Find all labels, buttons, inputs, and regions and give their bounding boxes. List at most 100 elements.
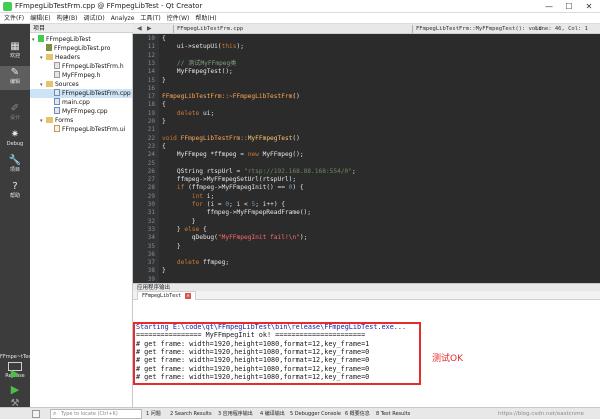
tree-item[interactable]: MyFFmpeg.cpp <box>30 107 132 116</box>
mode-label: 欢迎 <box>9 53 20 59</box>
menu-item-6[interactable]: 控件(W) <box>163 13 192 24</box>
output-pane-button[interactable]: 2 Search Results <box>170 408 212 419</box>
line-number: 14 <box>147 68 155 76</box>
code-line: qDebug("MyFFmpegInit fail!\n"); <box>162 234 308 242</box>
minimize-button[interactable]: — <box>540 1 558 12</box>
forward-arrow-icon[interactable]: ▶ <box>147 24 152 34</box>
line-number: 16 <box>147 84 155 92</box>
code-line: QString rtspUrl = "rtsp://192.168.88.168… <box>162 167 356 175</box>
menu-item-1[interactable]: 编辑(E) <box>26 13 52 24</box>
menu-item-2[interactable]: 构建(B) <box>53 13 80 24</box>
tree-item-label: Forms <box>55 117 74 124</box>
code-line: delete ui; <box>176 109 215 117</box>
output-pane-button[interactable]: 4 编译输出 <box>260 408 285 419</box>
tree-item-label: Sources <box>55 81 79 88</box>
mode-label: 设计 <box>9 115 20 121</box>
line-number: 26 <box>147 167 155 175</box>
code-line: MyFFmpeg *ffmpeg = new MyFFmpeg(); <box>162 151 304 159</box>
line-number: 35 <box>147 242 155 250</box>
menu-item-3[interactable]: 调试(D) <box>79 13 106 24</box>
mode-help[interactable]: ? 帮助 <box>0 180 30 204</box>
tree-item-label: FFmpegLibTest <box>46 36 91 43</box>
mode-edit[interactable]: ✎ 编辑 <box>0 66 30 90</box>
output-pane-button[interactable]: 3 应用程序输出 <box>218 408 253 419</box>
close-button[interactable]: ✕ <box>580 1 598 12</box>
maximize-button[interactable]: ☐ <box>560 1 578 12</box>
code-line: if (ffmpeg->MyFFmpegInit() == 0) { <box>176 184 304 192</box>
tree-item[interactable]: ▾ Sources <box>30 80 132 89</box>
code-line: int i; <box>191 192 215 200</box>
tree-item[interactable]: ▾ Forms <box>30 116 132 125</box>
cpp-file-icon <box>54 98 60 105</box>
run-icon[interactable]: ▶ <box>8 368 22 380</box>
cursor-position: Line: 46, Col: 1 <box>535 26 588 32</box>
output-pane-button[interactable]: 1 问题 <box>146 408 161 419</box>
tree-item[interactable]: FFmpegLibTestFrm.ui <box>30 125 132 134</box>
output-tab-ffmpeglibtest[interactable]: FFmpegLibTest ✕ <box>137 291 197 300</box>
line-number: 38 <box>147 267 155 275</box>
code-line: } <box>162 217 196 225</box>
toggle-sidebar-icon[interactable] <box>32 410 40 418</box>
menu-bar: 文件(F) 编辑(E) 构建(B) 调试(D) Analyze 工具(T) 控件(W) 帮助(… <box>0 13 600 24</box>
output-pane-button[interactable]: 8 Test Results <box>376 408 410 419</box>
output-tab-label: FFmpegLibTest <box>142 293 182 299</box>
project-pane-header[interactable]: 项目 <box>30 24 133 33</box>
code-line: ui->setupUi(this); <box>162 43 244 51</box>
code-editor[interactable]: 10 {11 ui->setupUi(this); 12 13 // 测试MyFFmp… <box>133 34 600 283</box>
qt-creator-icon <box>3 2 12 11</box>
mode-label: 编辑 <box>9 79 20 85</box>
line-number: 31 <box>147 209 155 217</box>
menu-item-5[interactable]: 工具(T) <box>136 13 162 24</box>
tree-item[interactable]: FFmpegLibTestFrm.h <box>30 62 132 71</box>
tree-item-label: MyFFmpeg.h <box>62 72 101 79</box>
line-number: 18 <box>147 101 155 109</box>
line-number: 23 <box>147 142 155 150</box>
mode-bar: FFmpe~tTest Release ▶ ▶ ⚒ ▦ 欢迎 ✎ 编辑 ✐ 设计 ✷ Debu… <box>0 24 33 409</box>
watermark: https://blog.csdn.net/eastcnme <box>498 411 584 417</box>
edit-icon: ✎ <box>10 67 20 78</box>
code-line: } <box>162 76 166 84</box>
tree-item[interactable]: main.cpp <box>30 98 132 107</box>
folder-file-icon <box>46 81 53 87</box>
menu-item-0[interactable]: 文件(F) <box>0 13 26 24</box>
output-pane-header: 应用程序输出 <box>133 283 600 291</box>
debug-run-icon[interactable]: ▶ <box>8 384 22 396</box>
open-file-combo[interactable]: FFmpegLibTestFrm.cpp <box>177 24 243 34</box>
function-combo[interactable]: FFmpegLibTestFrm::MyFFmpegTest(): void <box>416 24 542 34</box>
locator-placeholder: Type to locate (Ctrl+K) <box>61 411 118 417</box>
menu-item-7[interactable]: 帮助(H) <box>191 13 218 24</box>
title-bar: FFmpegLibTestFrm.cpp @ FFmpegLibTest - Q… <box>0 0 600 13</box>
close-tab-icon[interactable]: ✕ <box>185 293 192 299</box>
tree-item[interactable]: ▾ FFmpegLibTest <box>30 35 132 44</box>
tree-item-label: FFmpegLibTest.pro <box>54 45 111 52</box>
code-line: // 测试MyFFmpeg类 <box>162 59 237 67</box>
code-line: } <box>162 267 166 275</box>
project-tree[interactable]: ▾ FFmpegLibTest FFmpegLibTest.pro ▾ Headers F… <box>30 33 133 407</box>
tree-item[interactable]: ▾ Headers <box>30 53 132 62</box>
line-number: 19 <box>147 109 155 117</box>
code-line: ffmpeg->MyFFmpepReadFrame(); <box>162 209 312 217</box>
h-file-icon <box>54 71 60 78</box>
code-line: { <box>162 35 166 42</box>
status-bar: ⌕ Type to locate (Ctrl+K) https://blog.c… <box>0 407 600 419</box>
output-pane-button[interactable]: 5 Debugger Console <box>290 408 341 419</box>
mode-welcome[interactable]: ▦ 欢迎 <box>0 40 30 64</box>
back-arrow-icon[interactable]: ◀ <box>137 24 142 34</box>
line-number: 24 <box>147 151 155 159</box>
line-number: 10 <box>147 35 155 42</box>
tree-item[interactable]: FFmpegLibTest.pro <box>30 44 132 53</box>
proj-file-icon <box>38 35 44 42</box>
mode-projects[interactable]: 🔧 项目 <box>0 154 30 178</box>
mode-debug[interactable]: ✷ Debug <box>0 128 30 152</box>
locator-input[interactable]: ⌕ Type to locate (Ctrl+K) <box>50 409 142 419</box>
code-line: delete ffmpeg; <box>176 259 230 267</box>
output-pane-button[interactable]: 6 概要信息 <box>345 408 370 419</box>
mode-design[interactable]: ✐ 设计 <box>0 102 30 126</box>
tree-item[interactable]: MyFFmpeg.h <box>30 71 132 80</box>
line-number: 33 <box>147 225 155 233</box>
code-line: } <box>162 118 166 125</box>
code-line: } <box>162 242 181 250</box>
tree-item[interactable]: FFmpegLibTestFrm.cpp <box>30 89 132 98</box>
line-number: 32 <box>147 217 155 225</box>
menu-item-4[interactable]: Analyze <box>107 13 137 24</box>
